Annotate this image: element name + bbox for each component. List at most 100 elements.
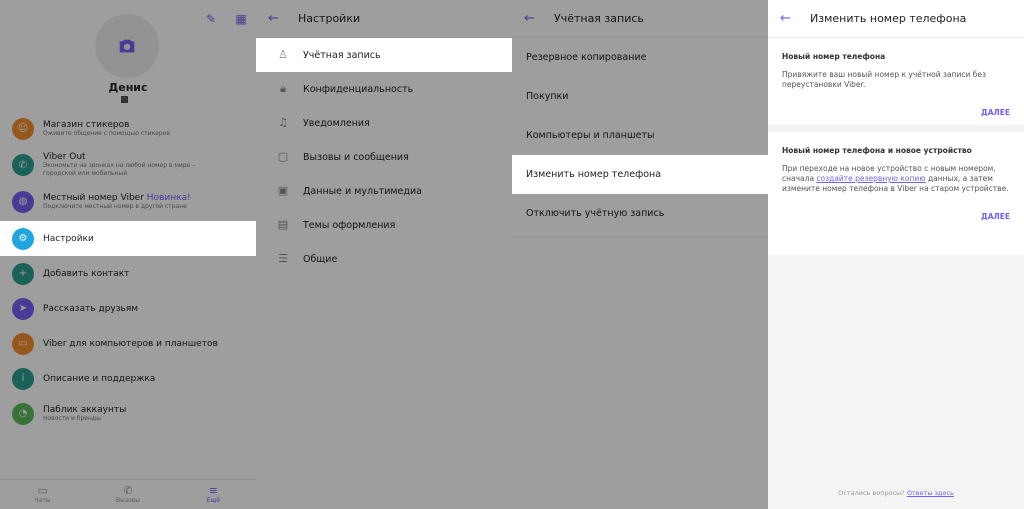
menu-item-sticker-market[interactable]: ☺ Магазин стикеров Оживите общение с помо… — [0, 111, 256, 146]
menu-item-support[interactable]: i Описание и поддержка — [0, 361, 256, 396]
avatar[interactable] — [95, 14, 159, 78]
help-footer: Остались вопросы? Ответы здесь — [768, 489, 1024, 497]
account-item-deactivate[interactable]: Отключить учётную запись — [512, 194, 768, 233]
menu-item-add-contact[interactable]: + Добавить контакт — [0, 256, 256, 291]
settings-item-label: Данные и мультимедиа — [303, 185, 422, 197]
brush-icon: ▤ — [277, 218, 289, 231]
card-separator — [768, 125, 1024, 132]
menu-item-title: Viber для компьютеров и планшетов — [43, 338, 218, 349]
list-icon: ☰ — [278, 252, 288, 265]
menu-item-title: Местный номер Viber — [43, 192, 144, 203]
settings-item-account[interactable]: ♙ Учётная запись — [256, 38, 512, 72]
menu-item-subtitle: Подключите местный номер в другой стране — [43, 202, 187, 210]
settings-item-general[interactable]: ☰ Общие — [256, 242, 512, 276]
menu-item-viber-out[interactable]: ✆ Viber Out Экономьте на звонках на любой… — [0, 146, 256, 184]
help-text: Остались вопросы? — [838, 489, 907, 497]
menu-icon: ≡ — [208, 484, 218, 497]
page-title: Учётная запись — [554, 12, 644, 25]
settings-item-label: Вызовы и сообщения — [303, 151, 409, 163]
settings-item-label: Темы оформления — [303, 219, 396, 231]
user-icon: ♙ — [278, 48, 288, 61]
nav-calls[interactable]: ✆ Вызовы — [85, 480, 170, 509]
menu-item-subtitle: Новости и бренды — [43, 414, 101, 422]
camera-icon — [119, 39, 135, 53]
change-number-header: ← Изменить номер телефона — [768, 0, 1024, 38]
menu-item-share[interactable]: ➤ Рассказать друзьям — [0, 291, 256, 326]
menu-item-title: Настройки — [43, 233, 94, 244]
menu-item-title: Рассказать друзьям — [43, 303, 139, 314]
account-item-backup[interactable]: Резервное копирование — [512, 38, 768, 77]
nav-more[interactable]: ≡ Ещё — [171, 480, 256, 509]
menu-item-title: Описание и поддержка — [43, 373, 156, 384]
screenshot-root: ✎ ▦ Денис ☺ Магазин стикеров Оживите обще… — [0, 0, 1024, 509]
account-header: ← Учётная запись — [512, 0, 768, 38]
edit-icon[interactable]: ✎ — [204, 12, 218, 26]
phone-icon: ✆ — [12, 154, 34, 176]
account-item-devices[interactable]: Компьютеры и планшеты — [512, 116, 768, 155]
new-badge: Новинка! — [146, 192, 191, 203]
new-number-device-card: Новый номер телефона и новое устройство … — [768, 132, 1024, 229]
settings-item-label: Уведомления — [303, 117, 370, 129]
settings-list: ♙ Учётная запись 🔒︎ Конфиденциальность ♫ Ув… — [256, 38, 512, 276]
settings-item-label: Конфиденциальность — [303, 83, 414, 95]
back-arrow-icon[interactable]: ← — [780, 11, 798, 26]
menu-item-title: Добавить контакт — [43, 268, 130, 279]
card-text: Привяжите ваш новый номер к учётной запи… — [782, 70, 986, 89]
settings-item-themes[interactable]: ▤ Темы оформления — [256, 208, 512, 242]
menu-item-title: Магазин стикеров — [43, 119, 130, 130]
nav-label: Ещё — [206, 497, 220, 504]
card-text: При переходе на новое устройство с новым… — [782, 164, 1010, 194]
account-panel: ← Учётная запись Резервное копирование П… — [512, 0, 768, 509]
backup-link[interactable]: создайте резервную копию — [816, 174, 925, 183]
menu-item-subtitle: Оживите общение с помощью стикеров — [43, 129, 170, 137]
account-item-purchases[interactable]: Покупки — [512, 77, 768, 116]
nav-chats[interactable]: ▭ Чаты — [0, 480, 85, 509]
settings-panel: ← Настройки ♙ Учётная запись 🔒︎ Конфиденци… — [256, 0, 512, 509]
sticker-icon: ☺ — [12, 117, 34, 140]
globe-icon: ◍ — [12, 190, 34, 213]
divider — [512, 237, 768, 238]
back-arrow-icon[interactable]: ← — [268, 11, 286, 26]
qr-code-icon[interactable]: ▦ — [234, 12, 248, 26]
settings-item-label: Учётная запись — [303, 49, 381, 61]
share-icon: ➤ — [12, 297, 34, 320]
menu-item-local-number[interactable]: ◍ Местный номер Viber Новинка! Подключите… — [0, 184, 256, 219]
back-arrow-icon[interactable]: ← — [524, 11, 542, 26]
settings-item-calls-messages[interactable]: ▢ Вызовы и сообщения — [256, 140, 512, 174]
menu-item-title: Паблик аккаунты — [43, 404, 127, 415]
card-heading: Новый номер телефона и новое устройство — [782, 146, 972, 155]
next-button[interactable]: ДАЛЕЕ — [782, 108, 1010, 117]
add-contact-icon: + — [12, 262, 34, 285]
menu-item-desktop[interactable]: ▭ Viber для компьютеров и планшетов — [0, 326, 256, 361]
menu-item-subtitle: Экономьте на звонках на любой номер в ми… — [43, 162, 196, 177]
new-number-card: Новый номер телефона Привяжите ваш новый… — [768, 38, 1024, 125]
account-item-change-number[interactable]: Изменить номер телефона — [512, 155, 768, 194]
card-heading: Новый номер телефона — [782, 52, 886, 61]
chat-icon: ▭ — [37, 484, 48, 497]
qr-badge-icon[interactable] — [121, 96, 128, 103]
account-list: Резервное копирование Покупки Компьютеры… — [512, 38, 768, 238]
gear-icon: ⚙ — [12, 227, 34, 250]
settings-header: ← Настройки — [256, 0, 512, 38]
settings-item-privacy[interactable]: 🔒︎ Конфиденциальность — [256, 72, 512, 106]
change-number-panel: ← Изменить номер телефона Новый номер те… — [768, 0, 1024, 509]
help-link[interactable]: Ответы здесь — [907, 489, 954, 497]
top-actions: ✎ ▦ — [204, 12, 248, 26]
lock-icon: 🔒︎ — [280, 82, 286, 95]
bottom-nav: ▭ Чаты ✆ Вызовы ≡ Ещё — [0, 479, 256, 509]
more-menu-list: ☺ Магазин стикеров Оживите общение с помо… — [0, 111, 256, 431]
settings-item-media[interactable]: ▣ Данные и мультимедиа — [256, 174, 512, 208]
background-fill — [768, 255, 1024, 509]
settings-item-notifications[interactable]: ♫ Уведомления — [256, 106, 512, 140]
menu-item-public-accounts[interactable]: ◔ Паблик аккаунты Новости и бренды — [0, 396, 256, 431]
user-name: Денис — [108, 81, 148, 94]
compass-icon: ◔ — [12, 402, 34, 425]
menu-item-settings[interactable]: ⚙ Настройки — [0, 221, 256, 256]
page-title: Изменить номер телефона — [810, 12, 967, 25]
bell-icon: ♫ — [278, 116, 288, 129]
phone-icon: ✆ — [123, 484, 133, 497]
next-button[interactable]: ДАЛЕЕ — [782, 212, 1010, 221]
desktop-icon: ▭ — [12, 332, 34, 355]
info-icon: i — [12, 367, 34, 390]
image-icon: ▣ — [277, 184, 289, 197]
